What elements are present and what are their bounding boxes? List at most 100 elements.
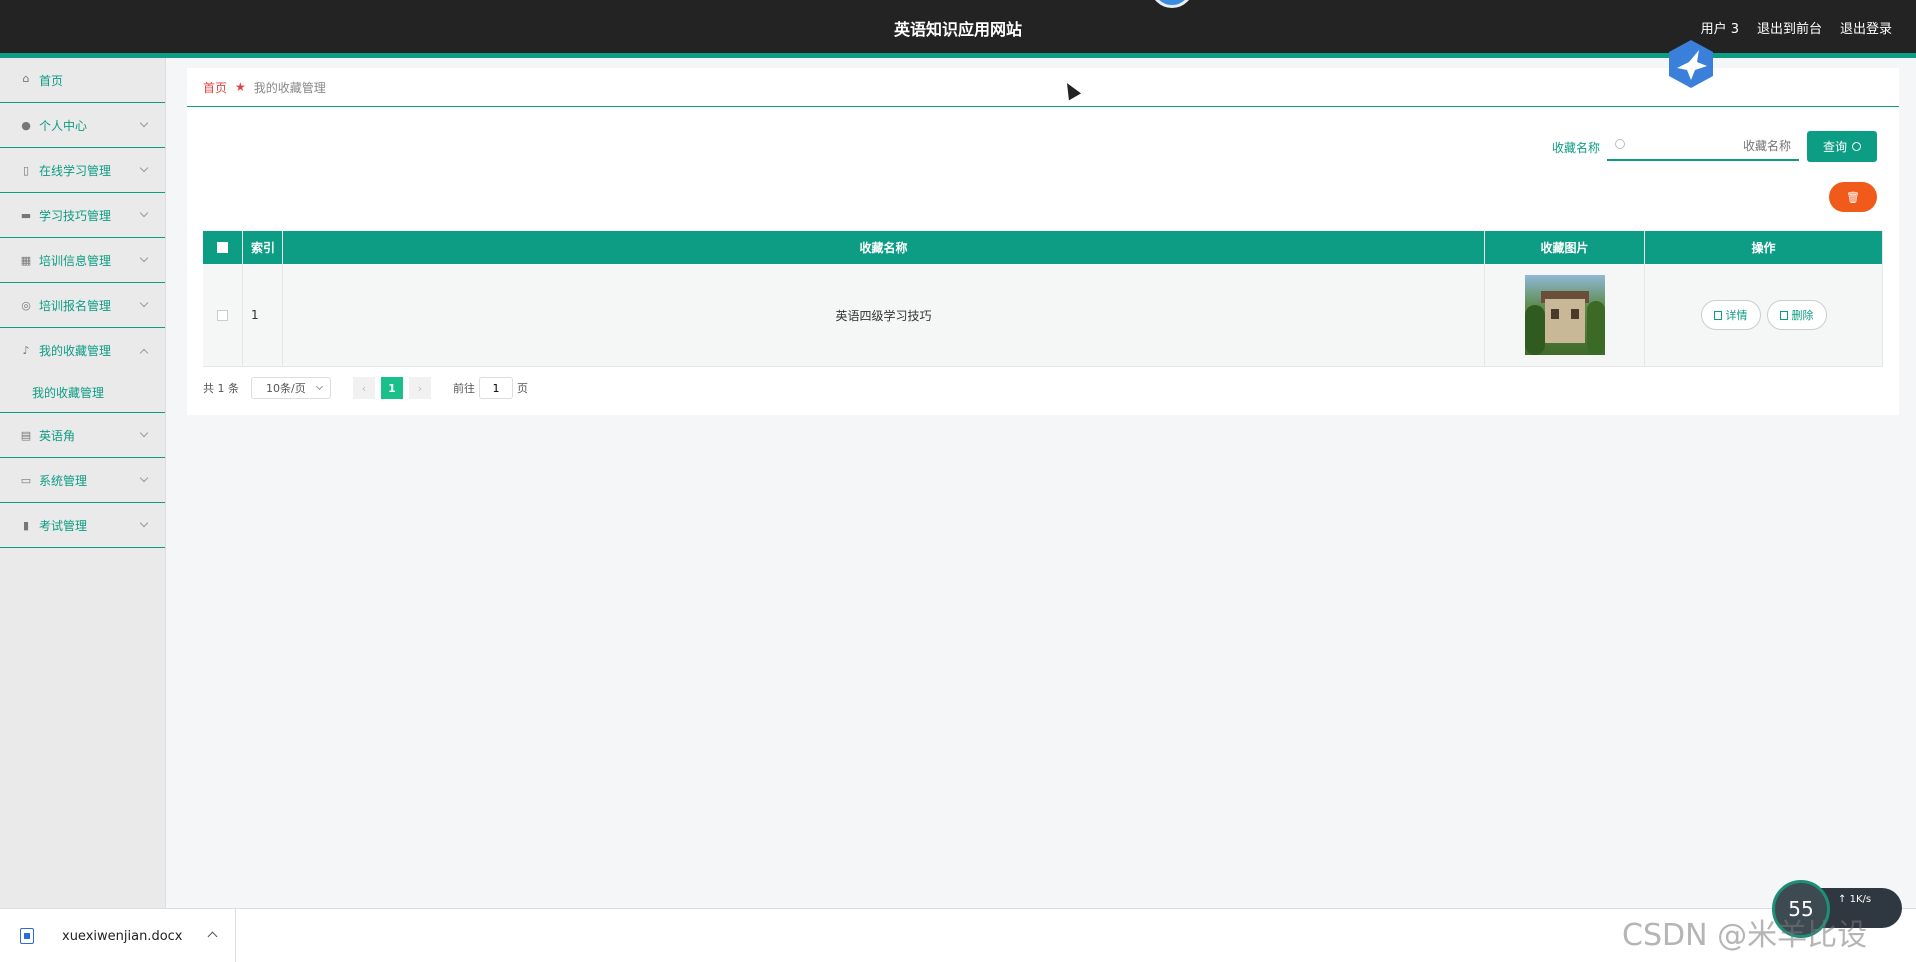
- sidebar-item-label: 首页: [39, 74, 64, 88]
- search-input[interactable]: [1633, 134, 1791, 158]
- chevron-down-icon: [139, 518, 149, 528]
- bar-chart-icon: ▮: [22, 518, 30, 532]
- clipboard-icon: ▤: [20, 428, 32, 442]
- page-number-current[interactable]: 1: [381, 377, 403, 399]
- sidebar-item-label: 英语角: [39, 428, 76, 443]
- delete-button[interactable]: 删除: [1766, 300, 1827, 330]
- sidebar-subitem-my-favorites[interactable]: 我的收藏管理: [0, 373, 165, 413]
- favorites-table: 索引 收藏名称 收藏图片 操作 1 英语四级学习技巧 详情 删除: [203, 231, 1883, 367]
- select-all-checkbox[interactable]: [217, 242, 228, 253]
- sidebar-item-home[interactable]: ⌂ 首页: [0, 58, 165, 103]
- top-header: 英语知识应用网站 用户 3 退出到前台 退出登录: [0, 0, 1916, 58]
- header-name: 收藏名称: [283, 231, 1485, 264]
- detail-button[interactable]: 详情: [1700, 300, 1761, 330]
- sidebar-item-training-info[interactable]: ▦ 培训信息管理: [0, 238, 165, 283]
- page-suffix: 页: [517, 382, 528, 395]
- search-label: 收藏名称: [1552, 141, 1601, 155]
- chevron-down-icon: [139, 208, 149, 218]
- total-count: 共 1 条: [203, 382, 239, 395]
- sidebar-item-english-corner[interactable]: ▤ 英语角: [0, 413, 165, 458]
- query-button[interactable]: 查询: [1807, 131, 1877, 162]
- sidebar-item-personal-center[interactable]: ● 个人中心: [0, 103, 165, 148]
- table-header: 索引 收藏名称 收藏图片 操作: [203, 231, 1883, 264]
- header-accent-bar: [0, 53, 1916, 58]
- page-size-value: 10条/页: [266, 382, 306, 395]
- row-name: 英语四级学习技巧: [283, 264, 1485, 366]
- logout-link[interactable]: 退出登录: [1840, 18, 1892, 37]
- document-icon: [20, 928, 34, 944]
- sidebar-item-label: 系统管理: [39, 473, 88, 488]
- sidebar-item-label: 学习技巧管理: [39, 208, 112, 223]
- header-links: 用户 3 退出到前台 退出登录: [1701, 18, 1892, 37]
- prev-page-button[interactable]: ‹: [353, 377, 375, 399]
- header-index: 索引: [243, 231, 283, 264]
- goto-label: 前往: [453, 382, 475, 395]
- grid-icon: ▦: [20, 253, 32, 267]
- ticket-icon: ▬: [20, 208, 32, 222]
- back-to-frontend-link[interactable]: 退出到前台: [1757, 18, 1822, 37]
- sidebar-item-label: 考试管理: [39, 518, 88, 533]
- trash-icon: 🗑: [1846, 190, 1860, 204]
- sidebar-item-online-learning[interactable]: ▯ 在线学习管理: [0, 148, 165, 193]
- search-icon: [1615, 139, 1625, 149]
- search-icon: [1852, 142, 1861, 151]
- breadcrumb-current: 我的收藏管理: [253, 80, 326, 95]
- sidebar: ⌂ 首页 ● 个人中心 ▯ 在线学习管理 ▬ 学习技巧管理 ▦ 培训信息管理 ◎…: [0, 58, 166, 908]
- star-icon: ★: [235, 80, 246, 94]
- trash-icon: [1779, 310, 1788, 320]
- search-field: [1607, 131, 1799, 161]
- query-button-label: 查询: [1822, 140, 1847, 154]
- sidebar-item-label: 培训信息管理: [39, 253, 112, 268]
- header-checkbox-cell: [203, 231, 243, 264]
- sidebar-item-label: 我的收藏管理: [39, 344, 112, 358]
- top-avatar-circle: [1150, 0, 1194, 8]
- download-item[interactable]: xuexiwenjian.docx: [0, 909, 236, 962]
- net-speed-unit: K/s: [1855, 894, 1872, 905]
- delete-button-label: 删除: [1791, 309, 1814, 322]
- chevron-down-icon: [315, 382, 324, 391]
- chevron-up-icon[interactable]: [207, 931, 218, 942]
- next-page-button[interactable]: ›: [409, 377, 431, 399]
- sidebar-item-label: 培训报名管理: [39, 298, 112, 313]
- watermark: CSDN @米羊比设: [1622, 918, 1868, 953]
- sidebar-item-exams[interactable]: ▮ 考试管理: [0, 503, 165, 548]
- sidebar-item-study-tips[interactable]: ▬ 学习技巧管理: [0, 193, 165, 238]
- chat-icon: ▭: [20, 473, 32, 487]
- favorite-thumbnail[interactable]: [1524, 275, 1605, 355]
- goto-page-input[interactable]: [479, 377, 513, 399]
- breadcrumb-home[interactable]: 首页: [203, 79, 227, 96]
- sidebar-item-system[interactable]: ▭ 系统管理: [0, 458, 165, 503]
- row-ops-cell: 详情 删除: [1645, 264, 1883, 366]
- page-size-select[interactable]: 10条/页: [251, 377, 331, 399]
- current-user-link[interactable]: 用户 3: [1701, 18, 1739, 37]
- mobile-icon: ▯: [22, 163, 30, 177]
- user-icon: ●: [21, 118, 31, 132]
- upload-arrow-icon: ↑: [1838, 894, 1847, 905]
- site-title: 英语知识应用网站: [893, 20, 1022, 39]
- document-icon: [1713, 310, 1722, 320]
- chevron-down-icon: [139, 163, 149, 173]
- download-filename: xuexiwenjian.docx: [62, 928, 183, 944]
- chevron-down-icon: [139, 253, 149, 263]
- sidebar-item-favorites[interactable]: ♪ 我的收藏管理: [0, 328, 165, 373]
- chevron-up-icon: [139, 348, 149, 357]
- chevron-down-icon: [139, 118, 149, 128]
- chevron-down-icon: [139, 298, 149, 308]
- sidebar-item-label: 在线学习管理: [39, 163, 112, 178]
- header-ops: 操作: [1645, 231, 1883, 264]
- header-image: 收藏图片: [1485, 231, 1645, 264]
- chevron-down-icon: [139, 473, 149, 483]
- row-index: 1: [243, 264, 283, 366]
- bird-logo-icon[interactable]: [1665, 38, 1717, 90]
- sidebar-item-training-signup[interactable]: ◎ 培训报名管理: [0, 283, 165, 328]
- pagination: 共 1 条 10条/页 ‹ 1 › 前往 页: [203, 377, 528, 399]
- row-checkbox[interactable]: [217, 309, 228, 321]
- main-panel: 首页 ★ 我的收藏管理 收藏名称 查询 🗑 索引 收藏名称 收藏图片 操作 1 …: [187, 68, 1899, 415]
- detail-button-label: 详情: [1725, 309, 1748, 322]
- home-icon: ⌂: [22, 71, 30, 85]
- microphone-icon: ♪: [22, 344, 30, 357]
- target-icon: ◎: [21, 298, 31, 312]
- chevron-down-icon: [139, 428, 149, 438]
- batch-delete-button[interactable]: 🗑: [1829, 182, 1877, 212]
- sidebar-item-label: 个人中心: [39, 118, 88, 133]
